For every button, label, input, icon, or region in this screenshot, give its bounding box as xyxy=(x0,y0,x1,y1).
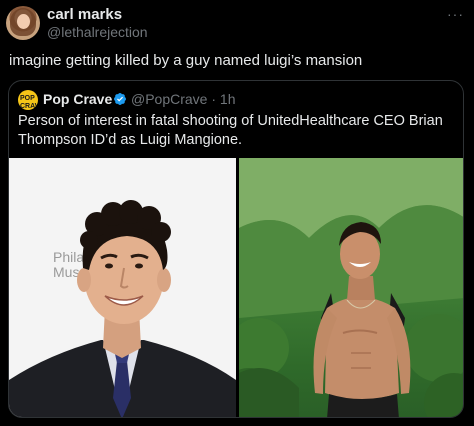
photo-hiking[interactable] xyxy=(239,158,463,417)
display-name[interactable]: carl marks xyxy=(47,6,122,23)
quoted-tweet[interactable]: POP CRAVE Pop Crave @PopCrave · 1h Perso… xyxy=(8,80,464,418)
quoted-text: Person of interest in fatal shooting of … xyxy=(18,113,443,148)
photo-headshot[interactable]: Philad Muse xyxy=(9,158,236,417)
user-avatar[interactable] xyxy=(6,6,40,40)
quoted-avatar-text: POP CRAVE xyxy=(20,95,38,110)
user-handle[interactable]: @lethalrejection xyxy=(47,24,148,40)
tweet: carl marks @lethalrejection ··· imagine … xyxy=(0,0,474,426)
verified-badge-icon xyxy=(114,93,126,105)
headshot-illustration xyxy=(9,200,236,417)
tweet-text: imagine getting killed by a guy named lu… xyxy=(9,52,363,69)
quoted-handle-time[interactable]: @PopCrave · 1h xyxy=(131,91,235,107)
quoted-display-name[interactable]: Pop Crave xyxy=(43,91,112,107)
more-options-icon[interactable]: ··· xyxy=(447,6,464,22)
quoted-media[interactable]: Philad Muse xyxy=(9,158,463,417)
avatar-face xyxy=(17,14,30,29)
quoted-avatar[interactable]: POP CRAVE xyxy=(18,90,38,110)
hiking-illustration xyxy=(239,158,463,417)
